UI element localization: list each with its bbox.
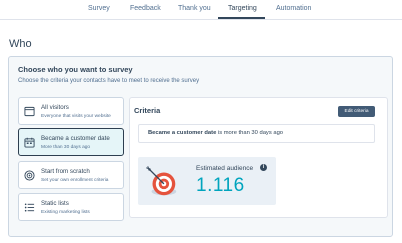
option-description: Everyone that visits your website — [41, 114, 111, 119]
estimated-audience-label: Estimated audience — [196, 165, 254, 172]
criteria-rule-condition: is more than 30 days ago — [216, 130, 284, 136]
criteria-rule: Became a customer date is more than 30 d… — [138, 124, 375, 143]
section-title: Who — [9, 38, 32, 50]
option-description: Set your own enrollment criteria — [41, 178, 109, 183]
card-title: Choose who you want to survey — [18, 65, 133, 74]
option-description: Existing marketing lists — [41, 210, 90, 215]
option-title: All visitors — [41, 104, 69, 111]
target-arrow-icon — [146, 166, 177, 196]
top-tab-bar: Survey Feedback Thank you Targeting Auto… — [0, 0, 402, 20]
tab-targeting[interactable]: Targeting — [228, 5, 257, 12]
list-icon — [24, 203, 35, 212]
tab-thank-you[interactable]: Thank you — [178, 5, 211, 12]
edit-criteria-button[interactable]: Edit criteria — [338, 106, 375, 117]
criteria-rule-text: Became a customer date is more than 30 d… — [148, 130, 283, 136]
option-title: Became a customer date — [41, 135, 110, 142]
option-static-lists[interactable]: Static lists Existing marketing lists — [18, 193, 124, 221]
tab-automation[interactable]: Automation — [276, 5, 311, 12]
estimated-audience-value: 1.116 — [196, 175, 245, 196]
active-tab-indicator — [218, 17, 265, 19]
info-icon[interactable]: i — [260, 164, 267, 171]
tab-survey[interactable]: Survey — [88, 5, 110, 12]
targeting-card: Choose who you want to survey Choose the… — [8, 56, 393, 237]
option-start-from-scratch[interactable]: Start from scratch Set your own enrollme… — [18, 161, 124, 189]
target-icon — [24, 170, 35, 181]
calendar-icon — [24, 137, 35, 148]
option-all-visitors[interactable]: All visitors Everyone that visits your w… — [18, 97, 124, 125]
browser-icon — [24, 106, 35, 117]
option-became-customer-date[interactable]: Became a customer date More than 30 days… — [18, 128, 124, 156]
estimated-audience-box: Estimated audience i 1.116 — [138, 157, 276, 205]
criteria-title: Criteria — [134, 106, 161, 115]
option-description: More than 30 days ago — [41, 145, 91, 150]
option-title: Static lists — [41, 200, 69, 207]
card-subtitle: Choose the criteria your contacts have t… — [18, 78, 200, 84]
criteria-panel: Criteria Edit criteria Became a customer… — [129, 97, 388, 218]
tab-feedback[interactable]: Feedback — [130, 5, 161, 12]
criteria-rule-property: Became a customer date — [148, 130, 217, 136]
option-title: Start from scratch — [41, 168, 90, 175]
